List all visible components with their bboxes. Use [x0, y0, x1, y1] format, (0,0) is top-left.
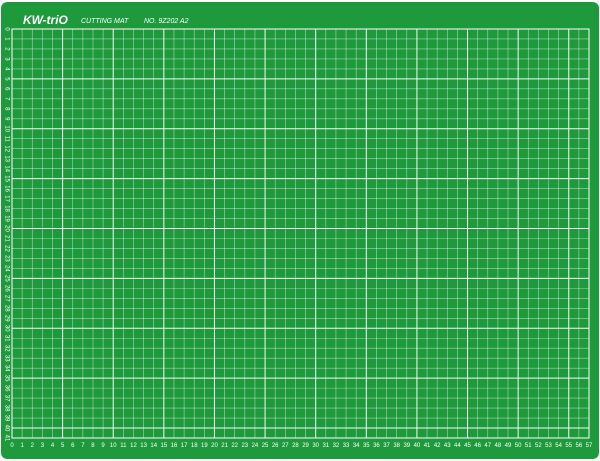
left-scale-number: 39 [3, 415, 9, 422]
bottom-scale-number: 24 [252, 443, 259, 449]
bottom-scale-number: 10 [110, 443, 117, 449]
bottom-scale-number: 51 [525, 443, 532, 449]
left-scale-number: 10 [3, 125, 9, 132]
bottom-scale-number: 47 [484, 443, 491, 449]
left-scale-number: 18 [3, 205, 9, 212]
left-scale-number: 14 [3, 165, 9, 172]
bottom-scale-number: 26 [272, 443, 279, 449]
bottom-scale-number: 22 [231, 443, 238, 449]
left-scale-number: 15 [3, 175, 9, 182]
left-scale-number: 22 [3, 245, 9, 252]
left-scale-number: 27 [3, 295, 9, 302]
bottom-scale-number: 53 [545, 443, 552, 449]
left-scale-number: 21 [3, 235, 9, 242]
left-scale-number: 25 [3, 275, 9, 282]
bottom-scale-number: 49 [505, 443, 512, 449]
bottom-scale-number: 37 [383, 443, 390, 449]
bottom-scale-number: 23 [241, 443, 248, 449]
bottom-scale-number: 35 [363, 443, 370, 449]
bottom-scale-number: 25 [262, 443, 269, 449]
bottom-scale-number: 11 [120, 443, 127, 449]
product-label: CUTTING MAT [81, 18, 129, 25]
bottom-scale-number: 56 [576, 443, 583, 449]
left-scale-number: 17 [3, 195, 9, 202]
left-scale-number: 40 [3, 425, 9, 432]
bottom-scale-number: 32 [333, 443, 340, 449]
bottom-scale-number: 13 [140, 443, 147, 449]
bottom-scale-number: 31 [322, 443, 329, 449]
left-scale-number: 23 [3, 255, 9, 262]
bottom-scale-number: 15 [160, 443, 167, 449]
model-label: NO. 9Z202 A2 [144, 18, 189, 25]
bottom-scale-number: 55 [565, 443, 572, 449]
bottom-scale-number: 30 [312, 443, 319, 449]
left-scale-number: 13 [3, 155, 9, 162]
left-scale-number: 20 [3, 225, 9, 232]
left-scale: 0123456789101112131415161718192021222324… [3, 27, 9, 442]
bottom-scale-number: 57 [586, 443, 593, 449]
left-scale-number: 37 [3, 395, 9, 402]
left-scale-number: 29 [3, 315, 9, 322]
left-scale-number: 32 [3, 345, 9, 352]
cutting-mat-surface: 0 1 2 3 4 5 6 7 8 9 10 11 12 13 14 15 16 17 18 19 20 21 22 23 24… [1, 2, 599, 459]
cutting-mat: 0 1 2 3 4 5 6 7 8 9 10 11 12 13 14 15 16 17 18 19 20 21 22 23 24… [1, 2, 599, 459]
left-scale-number: 31 [3, 335, 9, 342]
left-scale-number: 16 [3, 185, 9, 192]
bottom-scale-number: 44 [454, 443, 461, 449]
bottom-scale-number: 14 [150, 443, 157, 449]
bottom-scale-number: 21 [221, 443, 228, 449]
left-scale-number: 38 [3, 405, 9, 412]
bottom-scale-number: 12 [130, 443, 137, 449]
left-scale-number: 11 [3, 136, 9, 143]
bottom-scale-number: 18 [191, 443, 198, 449]
bottom-scale-number: 16 [171, 443, 178, 449]
bottom-scale-number: 41 [424, 443, 431, 449]
bottom-scale-number: 28 [292, 443, 299, 449]
mat-background [1, 2, 599, 459]
left-scale-number: 26 [3, 285, 9, 292]
left-scale-number: 33 [3, 355, 9, 362]
left-scale-number: 36 [3, 385, 9, 392]
left-scale-number: 41 [3, 435, 9, 442]
left-scale-number: 30 [3, 325, 9, 332]
left-scale-number: 28 [3, 305, 9, 312]
left-scale-number: 35 [3, 375, 9, 382]
left-scale-number: 12 [3, 145, 9, 152]
bottom-scale-number: 54 [555, 443, 562, 449]
bottom-scale-number: 36 [373, 443, 380, 449]
left-scale-number: 34 [3, 365, 9, 372]
bottom-scale-number: 27 [282, 443, 289, 449]
bottom-scale-number: 42 [434, 443, 441, 449]
bottom-scale-number: 50 [515, 443, 522, 449]
bottom-scale-number: 45 [464, 443, 471, 449]
bottom-scale-number: 29 [302, 443, 309, 449]
bottom-scale-number: 19 [201, 443, 208, 449]
left-scale-number: 24 [3, 265, 9, 272]
bottom-scale-number: 43 [444, 443, 451, 449]
bottom-scale-number: 33 [343, 443, 350, 449]
bottom-scale-number: 39 [403, 443, 410, 449]
bottom-scale-number: 34 [353, 443, 360, 449]
bottom-scale-number: 40 [414, 443, 421, 449]
bottom-scale-number: 48 [495, 443, 502, 449]
left-scale-number: 19 [3, 215, 9, 222]
bottom-scale-number: 20 [211, 443, 218, 449]
bottom-scale-number: 46 [474, 443, 481, 449]
bottom-scale-number: 52 [535, 443, 542, 449]
bottom-scale-number: 38 [393, 443, 400, 449]
bottom-scale-number: 17 [181, 443, 188, 449]
brand-logo-text: KW-triO [23, 13, 69, 27]
